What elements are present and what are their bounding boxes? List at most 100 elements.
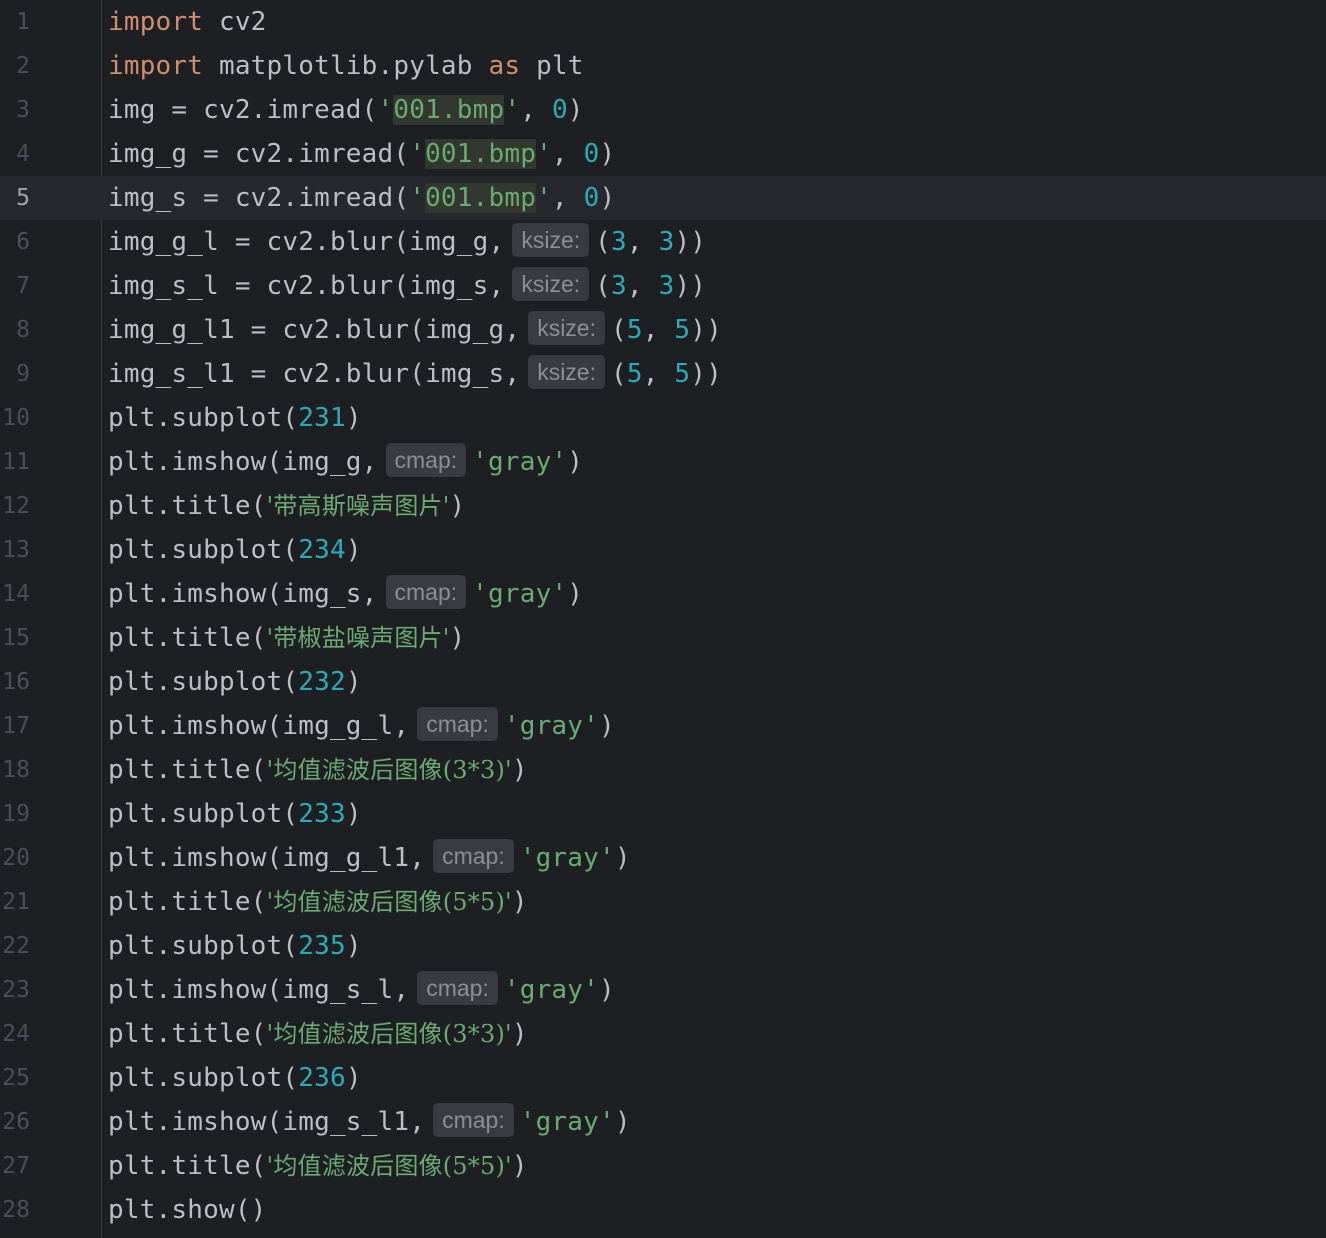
code-line[interactable]: 17 plt.imshow(img_g_l, cmap:'gray') <box>0 704 1326 748</box>
code-text[interactable]: plt.title('均值滤波后图像(5*5)') <box>108 880 528 924</box>
code-line[interactable]: 25 plt.subplot(236) <box>0 1056 1326 1100</box>
parameter-hint: ksize: <box>528 355 605 389</box>
parameter-hint: ksize: <box>512 223 590 257</box>
code-line[interactable]: 3 img = cv2.imread('001.bmp', 0) <box>0 88 1326 132</box>
line-number: 6 <box>16 229 30 255</box>
line-number: 7 <box>16 273 30 299</box>
code-text[interactable]: plt.imshow(img_g_l1, cmap:'gray') <box>108 836 631 880</box>
code-text[interactable]: import matplotlib.pylab as plt <box>108 44 584 88</box>
code-line[interactable]: 21 plt.title('均值滤波后图像(5*5)') <box>0 880 1326 924</box>
code-line[interactable]: 1 import cv2 <box>0 0 1326 44</box>
code-text[interactable]: plt.subplot(236) <box>108 1056 362 1100</box>
line-number: 3 <box>16 97 30 123</box>
code-text[interactable]: plt.subplot(233) <box>108 792 362 836</box>
code-line[interactable]: 13 plt.subplot(234) <box>0 528 1326 572</box>
string-highlight: 001.bmp <box>393 95 505 125</box>
code-line[interactable]: 10 plt.subplot(231) <box>0 396 1326 440</box>
code-line[interactable]: 20 plt.imshow(img_g_l1, cmap:'gray') <box>0 836 1326 880</box>
identifier: matplotlib.pylab <box>203 51 489 81</box>
code-text[interactable]: img = cv2.imread('001.bmp', 0) <box>108 88 584 132</box>
keyword: as <box>488 51 521 81</box>
string-highlight: 001.bmp <box>425 139 537 169</box>
line-number: 8 <box>16 317 30 343</box>
keyword: import <box>108 7 204 37</box>
keyword: import <box>108 51 204 81</box>
code-text[interactable]: plt.imshow(img_s_l, cmap:'gray') <box>108 968 615 1012</box>
line-number: 20 <box>2 845 30 871</box>
code-line[interactable]: 23 plt.imshow(img_s_l, cmap:'gray') <box>0 968 1326 1012</box>
code-text[interactable]: plt.imshow(img_s, cmap:'gray') <box>108 572 583 616</box>
code-line[interactable]: 2 import matplotlib.pylab as plt <box>0 44 1326 88</box>
line-number: 18 <box>2 757 30 783</box>
parameter-hint: cmap: <box>417 971 498 1005</box>
code-text[interactable]: plt.subplot(231) <box>108 396 362 440</box>
code-line[interactable]: 24 plt.title('均值滤波后图像(3*3)') <box>0 1012 1326 1056</box>
code-line[interactable]: 14 plt.imshow(img_s, cmap:'gray') <box>0 572 1326 616</box>
code-line[interactable]: 8 img_g_l1 = cv2.blur(img_g, ksize: (5, 5)… <box>0 308 1326 352</box>
code-line[interactable]: 18 plt.title('均值滤波后图像(3*3)') <box>0 748 1326 792</box>
parameter-hint: cmap: <box>385 443 467 477</box>
identifier: cv2 <box>203 7 267 37</box>
line-number: 9 <box>16 361 30 387</box>
code-line[interactable]: 28 plt.show() <box>0 1188 1326 1232</box>
line-number: 2 <box>16 53 30 79</box>
line-number: 12 <box>2 493 30 519</box>
line-number: 25 <box>2 1065 30 1091</box>
line-number: 4 <box>16 141 30 167</box>
string-highlight: 001.bmp <box>425 183 537 213</box>
line-number: 17 <box>2 713 30 739</box>
code-line[interactable]: 6 img_g_l = cv2.blur(img_g, ksize: (3, 3)) <box>0 220 1326 264</box>
code-text[interactable]: plt.subplot(235) <box>108 924 362 968</box>
line-number: 19 <box>2 801 30 827</box>
code-line[interactable]: 4 img_g = cv2.imread('001.bmp', 0) <box>0 132 1326 176</box>
line-number: 14 <box>2 581 30 607</box>
line-number: 24 <box>2 1021 30 1047</box>
parameter-hint: ksize: <box>512 267 590 301</box>
parameter-hint: ksize: <box>528 311 605 345</box>
parameter-hint: cmap: <box>417 707 498 741</box>
code-text[interactable]: img_s_l = cv2.blur(img_s, ksize: (3, 3)) <box>108 264 706 308</box>
code-line[interactable]: 22 plt.subplot(235) <box>0 924 1326 968</box>
line-number: 5 <box>16 185 30 211</box>
code-text[interactable]: plt.show() <box>108 1188 267 1232</box>
code-text[interactable]: plt.title('带高斯噪声图片') <box>108 484 465 528</box>
code-text[interactable]: plt.title('均值滤波后图像(3*3)') <box>108 748 528 792</box>
line-number: 21 <box>2 889 30 915</box>
code-text[interactable]: plt.title('均值滤波后图像(3*3)') <box>108 1012 528 1056</box>
code-line[interactable]: 26 plt.imshow(img_s_l1, cmap:'gray') <box>0 1100 1326 1144</box>
code-text[interactable]: plt.subplot(234) <box>108 528 362 572</box>
line-number: 16 <box>2 669 30 695</box>
line-number: 28 <box>2 1197 30 1223</box>
code-text[interactable]: img_g_l1 = cv2.blur(img_g, ksize: (5, 5)) <box>108 308 722 352</box>
code-text[interactable]: img_s_l1 = cv2.blur(img_s, ksize: (5, 5)) <box>108 352 722 396</box>
code-text[interactable]: plt.imshow(img_g_l, cmap:'gray') <box>108 704 615 748</box>
code-editor[interactable]: 1 import cv2 2 import matplotlib.pylab a… <box>0 0 1326 1238</box>
parameter-hint: cmap: <box>433 1103 514 1137</box>
identifier: plt <box>520 51 584 81</box>
code-line[interactable]: 9 img_s_l1 = cv2.blur(img_s, ksize: (5, 5)… <box>0 352 1326 396</box>
line-number: 27 <box>2 1153 30 1179</box>
code-text[interactable]: img_g = cv2.imread('001.bmp', 0) <box>108 132 615 176</box>
code-line-current[interactable]: 5 img_s = cv2.imread('001.bmp', 0) <box>0 176 1326 220</box>
line-number: 22 <box>2 933 30 959</box>
code-line[interactable]: 11 plt.imshow(img_g, cmap:'gray') <box>0 440 1326 484</box>
code-line[interactable]: 7 img_s_l = cv2.blur(img_s, ksize: (3, 3)) <box>0 264 1326 308</box>
code-text[interactable]: plt.title('带椒盐噪声图片') <box>108 616 465 660</box>
code-line[interactable]: 15 plt.title('带椒盐噪声图片') <box>0 616 1326 660</box>
code-text[interactable]: import cv2 <box>108 0 267 44</box>
parameter-hint: cmap: <box>433 839 514 873</box>
code-text[interactable]: plt.imshow(img_g, cmap:'gray') <box>108 440 583 484</box>
parameter-hint: cmap: <box>385 575 467 609</box>
line-number: 1 <box>16 9 30 35</box>
line-number: 23 <box>2 977 30 1003</box>
code-text[interactable]: plt.imshow(img_s_l1, cmap:'gray') <box>108 1100 631 1144</box>
code-text[interactable]: img_s = cv2.imread('001.bmp', 0) <box>108 176 615 220</box>
code-text[interactable]: plt.title('均值滤波后图像(5*5)') <box>108 1144 528 1188</box>
code-line[interactable]: 16 plt.subplot(232) <box>0 660 1326 704</box>
code-line[interactable]: 19 plt.subplot(233) <box>0 792 1326 836</box>
code-line[interactable]: 12 plt.title('带高斯噪声图片') <box>0 484 1326 528</box>
code-text[interactable]: img_g_l = cv2.blur(img_g, ksize: (3, 3)) <box>108 220 706 264</box>
line-number: 11 <box>2 449 30 475</box>
code-text[interactable]: plt.subplot(232) <box>108 660 362 704</box>
code-line[interactable]: 27 plt.title('均值滤波后图像(5*5)') <box>0 1144 1326 1188</box>
